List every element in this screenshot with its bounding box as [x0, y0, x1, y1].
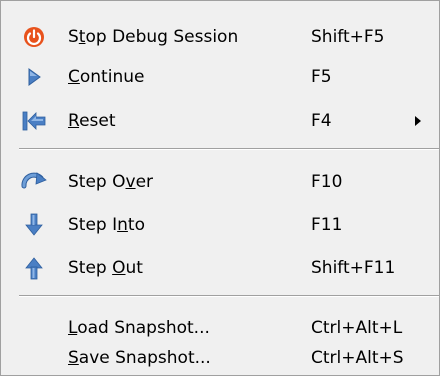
shortcut-label: Shift+F11 — [311, 258, 396, 278]
menu-item-label: Load Snapshot... — [68, 318, 210, 338]
step-over-icon — [21, 169, 47, 195]
step-into-icon — [21, 212, 47, 238]
shortcut-label: F4 — [311, 111, 332, 131]
menu-item-reset[interactable]: Reset F4 — [1, 103, 439, 139]
debug-context-menu: Stop Debug Session Shift+F5 Continue F5 … — [0, 0, 440, 376]
submenu-arrow-icon — [415, 116, 421, 126]
menu-separator — [19, 148, 439, 150]
stop-debug-icon — [21, 24, 47, 50]
step-out-icon — [21, 255, 47, 281]
shortcut-label: F11 — [311, 215, 343, 235]
menu-item-continue[interactable]: Continue F5 — [1, 59, 439, 95]
shortcut-label: Shift+F5 — [311, 27, 385, 47]
menu-item-label: Continue — [68, 67, 145, 87]
menu-item-step-into[interactable]: Step Into F11 — [1, 207, 439, 243]
menu-item-step-out[interactable]: Step Out Shift+F11 — [1, 250, 439, 286]
menu-separator — [19, 295, 439, 297]
menu-item-label: Step Over — [68, 172, 154, 192]
menu-item-step-over[interactable]: Step Over F10 — [1, 164, 439, 200]
shortcut-label: Ctrl+Alt+L — [311, 318, 403, 338]
reset-icon — [21, 108, 47, 134]
continue-icon — [21, 64, 47, 90]
menu-item-label: Step Out — [68, 258, 143, 278]
shortcut-label: Ctrl+Alt+S — [311, 348, 404, 368]
shortcut-label: F5 — [311, 67, 332, 87]
menu-item-label: Save Snapshot... — [68, 348, 211, 368]
menu-item-label: Stop Debug Session — [68, 27, 239, 47]
menu-item-save-snapshot[interactable]: Save Snapshot... Ctrl+Alt+S — [1, 340, 439, 376]
menu-item-stop-debug-session[interactable]: Stop Debug Session Shift+F5 — [1, 19, 439, 55]
menu-item-label: Reset — [68, 111, 116, 131]
shortcut-label: F10 — [311, 172, 343, 192]
menu-item-label: Step Into — [68, 215, 145, 235]
